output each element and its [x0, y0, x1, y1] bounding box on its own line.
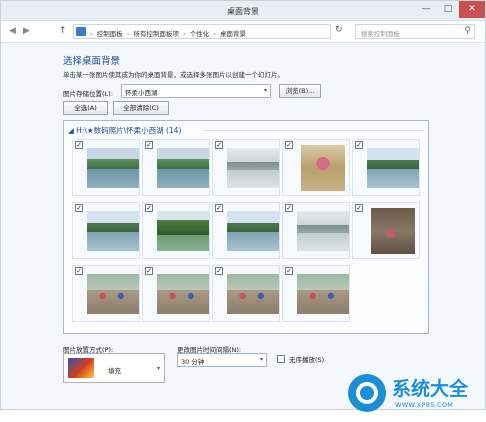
maximize-button[interactable]: □: [437, 1, 459, 18]
position-select[interactable]: 填充 ▾: [63, 353, 165, 383]
thumbnail-image[interactable]: [371, 208, 415, 254]
thumbnail-checkbox[interactable]: ✓: [215, 204, 223, 212]
chevron-down-icon: ▾: [259, 356, 263, 363]
page-subtitle: 单击某一张图片使其成为你的桌面背景，或选择多张图片以创建一个幻灯片。: [63, 71, 284, 79]
title-bar: 桌面背景 — □ ✕: [1, 1, 485, 21]
minimize-button[interactable]: —: [415, 1, 437, 18]
thumbnail-checkbox[interactable]: ✓: [285, 204, 293, 212]
search-input[interactable]: 搜索控制面板 ⚲: [355, 24, 475, 39]
breadcrumb-item[interactable]: 桌面背景: [220, 30, 246, 38]
thumbnail-tile[interactable]: ✓: [142, 202, 210, 259]
chevron-down-icon: ▾: [156, 365, 160, 372]
address-box[interactable]: › 控制面板 › 所有控制面板项 › 个性化 › 桌面背景 ▾: [73, 24, 395, 39]
position-value: 填充: [108, 367, 121, 375]
gallery-group-header[interactable]: ◢ H:\★数码照片\怀柔小西湖 (14): [68, 125, 181, 136]
breadcrumb-item[interactable]: 控制面板: [97, 30, 123, 38]
thumbnail-tile[interactable]: ✓: [142, 139, 210, 196]
thumbnail-checkbox[interactable]: ✓: [75, 141, 83, 149]
thumbnail-image[interactable]: [157, 274, 209, 314]
select-all-button[interactable]: 全选(A): [63, 101, 108, 115]
thumbnail-tile[interactable]: ✓: [142, 265, 210, 322]
breadcrumb-separator: ›: [90, 30, 93, 38]
thumbnail-tile[interactable]: ✓: [282, 265, 350, 322]
thumbnail-image[interactable]: [297, 211, 349, 251]
thumbnail-tile[interactable]: ✓: [72, 265, 140, 322]
thumbnail-tile[interactable]: ✓: [352, 202, 420, 259]
thumbnail-image[interactable]: [227, 148, 279, 188]
interval-value: 30 分钟: [181, 358, 205, 366]
thumbnail-tile[interactable]: ✓: [352, 139, 420, 196]
thumbnail-image[interactable]: [87, 148, 139, 188]
watermark-url: WWW.XP85.COM: [395, 401, 454, 409]
thumbnail-checkbox[interactable]: ✓: [145, 204, 153, 212]
forward-button[interactable]: ▶: [23, 26, 30, 36]
page-title: 选择桌面背景: [63, 56, 121, 67]
address-bar: ◀ ▶ ↑ › 控制面板 › 所有控制面板项 › 个性化 › 桌面背景 ▾ ↻ …: [1, 21, 485, 43]
breadcrumb-item[interactable]: 所有控制面板项: [133, 30, 179, 38]
interval-select[interactable]: 30 分钟 ▾: [177, 353, 267, 367]
thumbnail-tile[interactable]: ✓: [72, 139, 140, 196]
picture-gallery: ◢ H:\★数码照片\怀柔小西湖 (14) ✓ ✓ ✓ ✓ ✓ ✓ ✓ ✓ ✓ ✓ ✓ ✓ ✓ ✓: [63, 120, 429, 334]
search-placeholder: 搜索控制面板: [361, 30, 400, 38]
clear-all-button[interactable]: 全部清除(C): [113, 101, 169, 115]
thumbnail-image[interactable]: [301, 145, 345, 191]
search-icon[interactable]: ⚲: [464, 26, 471, 36]
control-panel-icon: [76, 27, 86, 36]
thumbnail-tile[interactable]: ✓: [282, 202, 350, 259]
thumbnail-checkbox[interactable]: ✓: [145, 141, 153, 149]
thumbnail-tile[interactable]: ✓: [212, 139, 280, 196]
thumbnail-checkbox[interactable]: ✓: [355, 204, 363, 212]
breadcrumb-separator: ›: [213, 30, 216, 38]
watermark-title: 系统大全: [392, 378, 469, 400]
refresh-button[interactable]: ↻: [335, 25, 343, 35]
thumbnail-tile[interactable]: ✓: [282, 139, 350, 196]
fill-preview-image: [68, 358, 94, 378]
watermark-logo-icon: [348, 374, 386, 412]
close-button[interactable]: ✕: [459, 1, 485, 18]
thumbnail-checkbox[interactable]: ✓: [75, 267, 83, 275]
browse-button[interactable]: 浏览(B)...: [279, 84, 321, 98]
thumbnail-image[interactable]: [87, 274, 139, 314]
thumbnail-image[interactable]: [367, 148, 419, 188]
breadcrumb-item[interactable]: 个性化: [190, 30, 210, 38]
group-divider: [204, 130, 424, 131]
thumbnail-checkbox[interactable]: ✓: [285, 141, 293, 149]
thumbnail-tile[interactable]: ✓: [212, 265, 280, 322]
chevron-down-icon: ▾: [263, 87, 267, 94]
thumbnail-checkbox[interactable]: ✓: [145, 267, 153, 275]
thumbnail-image[interactable]: [157, 148, 209, 188]
desktop-background-window: 桌面背景 — □ ✕ ◀ ▶ ↑ › 控制面板 › 所有控制面板项 › 个性化 …: [0, 0, 486, 410]
thumbnail-image[interactable]: [297, 274, 349, 314]
shuffle-checkbox[interactable]: [277, 355, 285, 363]
thumbnail-tile[interactable]: ✓: [72, 202, 140, 259]
location-select[interactable]: 怀柔小西湖 ▾: [121, 84, 271, 98]
thumbnail-image[interactable]: [157, 211, 209, 251]
thumbnail-checkbox[interactable]: ✓: [355, 141, 363, 149]
thumbnail-checkbox[interactable]: ✓: [75, 204, 83, 212]
breadcrumb: › 控制面板 › 所有控制面板项 › 个性化 › 桌面背景: [90, 28, 248, 38]
thumbnail-image[interactable]: [87, 211, 139, 251]
window-title: 桌面背景: [227, 7, 259, 16]
thumbnail-image[interactable]: [227, 211, 279, 251]
up-button[interactable]: ↑: [59, 26, 67, 36]
thumbnail-checkbox[interactable]: ✓: [285, 267, 293, 275]
breadcrumb-separator: ›: [126, 30, 130, 38]
thumbnail-tile[interactable]: ✓: [212, 202, 280, 259]
location-label: 图片存储位置(L):: [63, 90, 113, 98]
thumbnail-checkbox[interactable]: ✓: [215, 141, 223, 149]
location-value: 怀柔小西湖: [125, 89, 158, 97]
thumbnail-checkbox[interactable]: ✓: [215, 267, 223, 275]
shuffle-label: 无序播放(S): [289, 356, 325, 364]
back-button[interactable]: ◀: [9, 26, 16, 36]
breadcrumb-separator: ›: [183, 30, 186, 38]
thumbnail-image[interactable]: [227, 274, 279, 314]
